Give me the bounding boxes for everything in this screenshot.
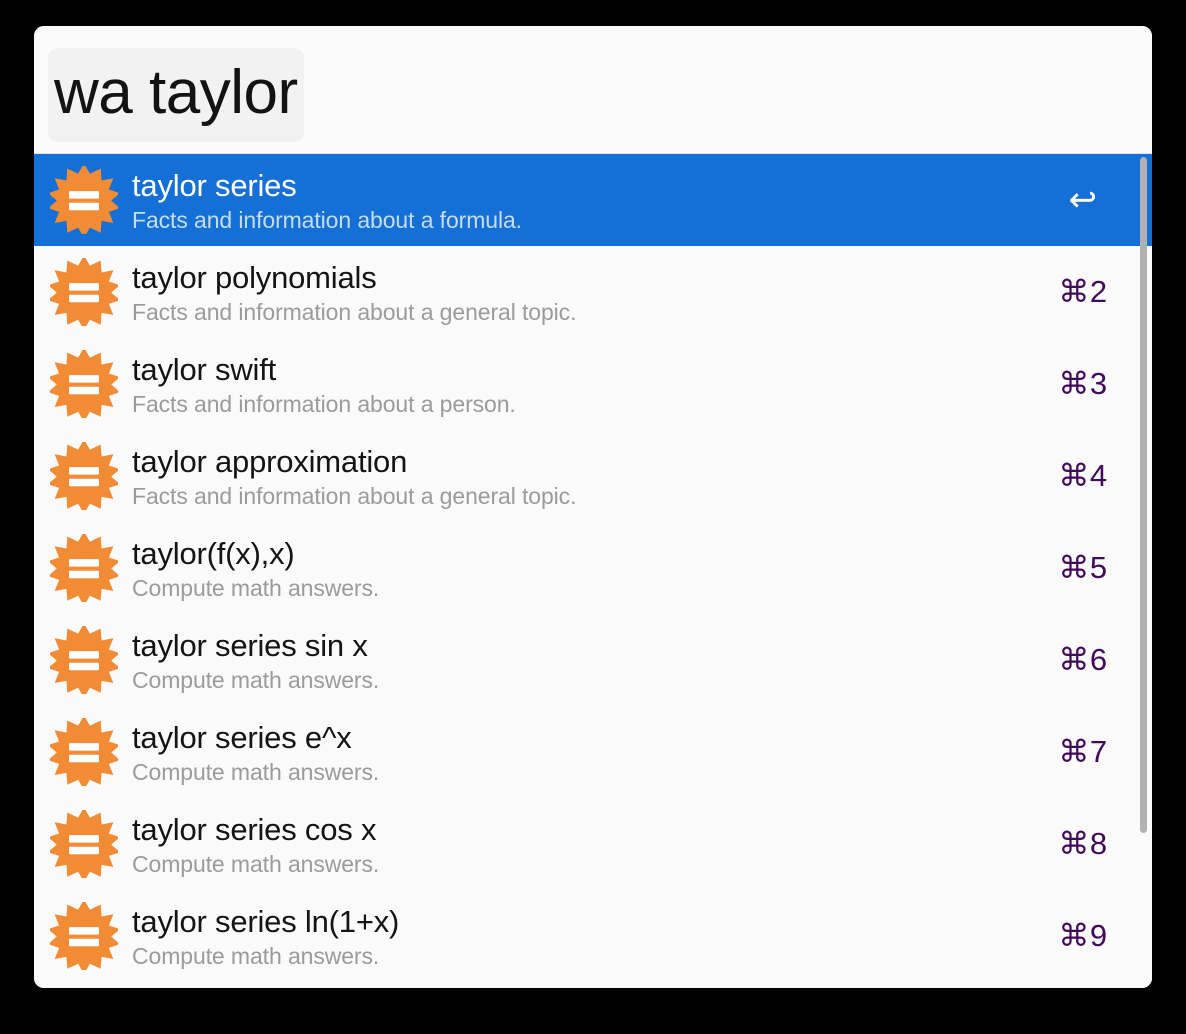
result-row-text: taylor series ln(1+x) Compute math answe… — [132, 901, 1034, 971]
result-row-title: taylor polynomials — [132, 260, 377, 295]
result-row-title: taylor(f(x),x) — [132, 536, 295, 571]
result-row-subtitle: Compute math answers. — [132, 667, 380, 693]
result-row-shortcut-hint: ⌘7 — [1058, 734, 1108, 769]
wolfram-alpha-icon — [50, 902, 118, 970]
result-row-subtitle: Compute math answers. — [132, 575, 380, 601]
result-row-text: taylor series e^x Compute math answers. — [132, 717, 1034, 787]
result-row-text: taylor series sin x Compute math answers… — [132, 625, 1034, 695]
result-row-title: taylor series ln(1+x) — [132, 904, 400, 939]
result-row-text: taylor polynomials Facts and information… — [132, 257, 1034, 327]
results-list: taylor series Facts and information abou… — [34, 154, 1152, 988]
result-row-text: taylor approximation Facts and informati… — [132, 441, 1034, 511]
result-row-title: taylor series — [132, 168, 297, 203]
launcher-window: wa taylor taylor series Facts and inform… — [34, 26, 1152, 988]
result-row-title: taylor swift — [132, 352, 277, 387]
result-row-subtitle: Facts and information about a general to… — [132, 483, 577, 509]
result-row-2[interactable]: taylor swift Facts and information about… — [34, 338, 1152, 430]
wolfram-alpha-icon — [50, 810, 118, 878]
result-row-5[interactable]: taylor series sin x Compute math answers… — [34, 614, 1152, 706]
result-row-subtitle: Compute math answers. — [132, 943, 380, 969]
result-row-shortcut-hint: ⌘5 — [1058, 550, 1108, 585]
wolfram-alpha-icon — [50, 350, 118, 418]
results-rows: taylor series Facts and information abou… — [34, 154, 1152, 982]
result-row-subtitle: Facts and information about a formula. — [132, 207, 522, 233]
wolfram-alpha-icon — [50, 718, 118, 786]
result-row-3[interactable]: taylor approximation Facts and informati… — [34, 430, 1152, 522]
result-row-7[interactable]: taylor series cos x Compute math answers… — [34, 798, 1152, 890]
result-row-text: taylor(f(x),x) Compute math answers. — [132, 533, 1034, 603]
result-row-shortcut-hint: ↩ — [1068, 181, 1098, 219]
search-bar[interactable]: wa taylor — [34, 26, 1152, 154]
result-row-0[interactable]: taylor series Facts and information abou… — [34, 154, 1152, 246]
result-row-shortcut-hint: ⌘9 — [1058, 918, 1108, 953]
result-row-title: taylor approximation — [132, 444, 408, 479]
result-row-subtitle: Facts and information about a general to… — [132, 299, 577, 325]
result-row-shortcut-hint: ⌘4 — [1058, 458, 1108, 493]
result-row-text: taylor swift Facts and information about… — [132, 349, 1034, 419]
wolfram-alpha-icon — [50, 534, 118, 602]
result-row-8[interactable]: taylor series ln(1+x) Compute math answe… — [34, 890, 1152, 982]
result-row-text: taylor series Facts and information abou… — [132, 165, 1034, 235]
result-row-shortcut-hint: ⌘2 — [1058, 274, 1108, 309]
wolfram-alpha-icon — [50, 166, 118, 234]
wolfram-alpha-icon — [50, 258, 118, 326]
result-row-shortcut-hint: ⌘6 — [1058, 642, 1108, 677]
wolfram-alpha-icon — [50, 442, 118, 510]
result-row-subtitle: Compute math answers. — [132, 851, 380, 877]
result-row-1[interactable]: taylor polynomials Facts and information… — [34, 246, 1152, 338]
result-row-text: taylor series cos x Compute math answers… — [132, 809, 1034, 879]
search-input-wrap[interactable]: wa taylor — [48, 42, 1138, 147]
result-row-shortcut-hint: ⌘8 — [1058, 826, 1108, 861]
result-row-subtitle: Compute math answers. — [132, 759, 380, 785]
result-row-subtitle: Facts and information about a person. — [132, 391, 516, 417]
wolfram-alpha-icon — [50, 626, 118, 694]
result-row-title: taylor series e^x — [132, 720, 352, 755]
result-row-4[interactable]: taylor(f(x),x) Compute math answers. ⌘5 — [34, 522, 1152, 614]
search-input[interactable]: wa taylor — [48, 47, 304, 142]
results-scrollbar-track[interactable] — [1140, 154, 1150, 988]
result-row-title: taylor series cos x — [132, 812, 377, 847]
result-row-title: taylor series sin x — [132, 628, 368, 663]
result-row-shortcut-hint: ⌘3 — [1058, 366, 1108, 401]
results-scrollbar-thumb[interactable] — [1140, 157, 1147, 833]
result-row-6[interactable]: taylor series e^x Compute math answers. … — [34, 706, 1152, 798]
